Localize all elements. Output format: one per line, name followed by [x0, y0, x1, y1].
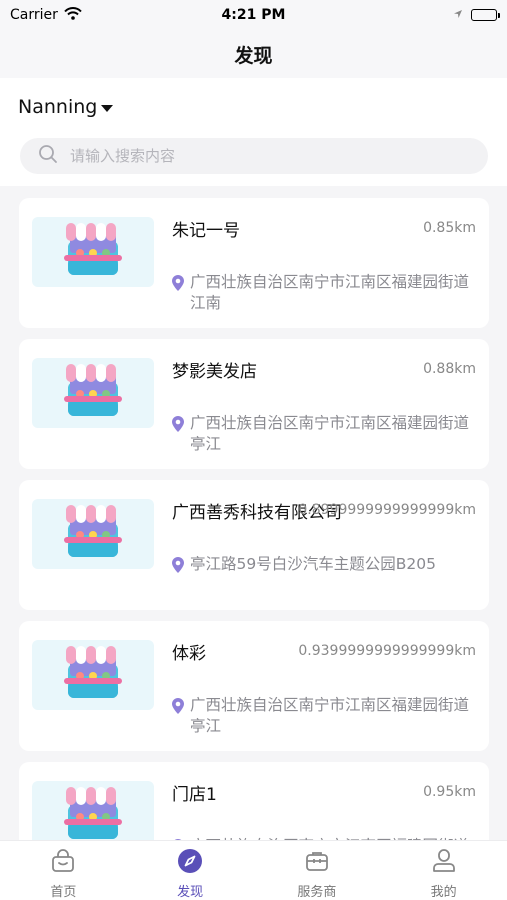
shop-card[interactable]: 广西善秀科技有限公司 0.8999999999999999km 亭江路59号白沙汽车…: [19, 480, 489, 610]
location-pin-icon: [172, 557, 184, 577]
caret-down-icon: [101, 104, 114, 112]
shop-distance: 0.9399999999999999km: [298, 643, 476, 659]
search-icon: [38, 144, 58, 168]
shop-address: 广西壮族自治区南宁市江南区福建园街道江南: [172, 272, 472, 314]
tab-mine[interactable]: 我的: [380, 841, 507, 900]
carrier-label: Carrier: [10, 7, 58, 23]
shop-address: 广西壮族自治区南宁市江南区福建园街道亭江: [172, 413, 472, 455]
shop-thumbnail: [32, 217, 154, 287]
storefront-icon: [62, 785, 124, 847]
shop-distance: 0.85km: [423, 220, 476, 236]
shop-thumbnail: [32, 499, 154, 569]
storefront-icon: [62, 362, 124, 424]
briefcase-icon: [304, 848, 330, 878]
search-input[interactable]: [70, 147, 450, 165]
shop-distance: 0.88km: [423, 361, 476, 377]
storefront-icon: [62, 503, 124, 565]
status-bar: Carrier 4:21 PM: [0, 0, 507, 30]
shop-distance: 0.8999999999999999km: [298, 502, 476, 518]
tab-label: 首页: [50, 885, 77, 900]
wifi-icon: [64, 6, 82, 24]
battery-icon: [470, 9, 500, 21]
shopping-bag-icon: [50, 848, 76, 878]
tab-label: 服务商: [297, 885, 337, 900]
shop-address-text: 广西壮族自治区南宁市江南区福建园街道亭江: [190, 414, 470, 453]
filter-panel: Nanning: [0, 78, 507, 186]
shop-name: 体彩: [172, 644, 206, 664]
status-time: 4:21 PM: [221, 7, 286, 23]
tab-service-provider[interactable]: 服务商: [254, 841, 381, 900]
navigation-bar: 发现: [0, 30, 507, 78]
shop-name: 朱记一号: [172, 221, 240, 241]
tab-label: 我的: [430, 885, 457, 900]
shop-card[interactable]: 体彩 0.9399999999999999km 广西壮族自治区南宁市江南区福建园街道…: [19, 621, 489, 751]
shop-card[interactable]: 梦影美发店 0.88km 广西壮族自治区南宁市江南区福建园街道亭江: [19, 339, 489, 469]
page-title: 发现: [234, 44, 273, 67]
location-pin-icon: [172, 698, 184, 718]
tab-home[interactable]: 首页: [0, 841, 127, 900]
search-bar[interactable]: [20, 138, 488, 174]
tab-label: 发现: [177, 885, 204, 900]
shop-address-text: 广西壮族自治区南宁市江南区福建园街道亭江: [190, 696, 470, 735]
shop-address-text: 广西壮族自治区南宁市江南区福建园街道江南: [190, 273, 470, 312]
compass-icon: [177, 848, 203, 878]
shop-address-text: 亭江路59号白沙汽车主题公园B205: [190, 555, 436, 573]
shop-address: 亭江路59号白沙汽车主题公园B205: [172, 554, 472, 577]
user-icon: [431, 848, 457, 878]
location-pin-icon: [172, 275, 184, 295]
tab-discover[interactable]: 发现: [127, 841, 254, 900]
shop-card[interactable]: 朱记一号 0.85km 广西壮族自治区南宁市江南区福建园街道江南: [19, 198, 489, 328]
tab-bar: 首页 发现 服务商 我的: [0, 840, 507, 900]
storefront-icon: [62, 644, 124, 706]
shop-thumbnail: [32, 640, 154, 710]
shop-distance: 0.95km: [423, 784, 476, 800]
shop-name: 门店1: [172, 785, 217, 805]
shop-name: 梦影美发店: [172, 362, 257, 382]
location-arrow-icon: [453, 7, 463, 23]
city-label: Nanning: [18, 96, 98, 118]
shop-address: 广西壮族自治区南宁市江南区福建园街道亭江: [172, 695, 472, 737]
city-selector[interactable]: Nanning: [18, 96, 114, 118]
shop-thumbnail: [32, 358, 154, 428]
storefront-icon: [62, 221, 124, 283]
location-pin-icon: [172, 416, 184, 436]
